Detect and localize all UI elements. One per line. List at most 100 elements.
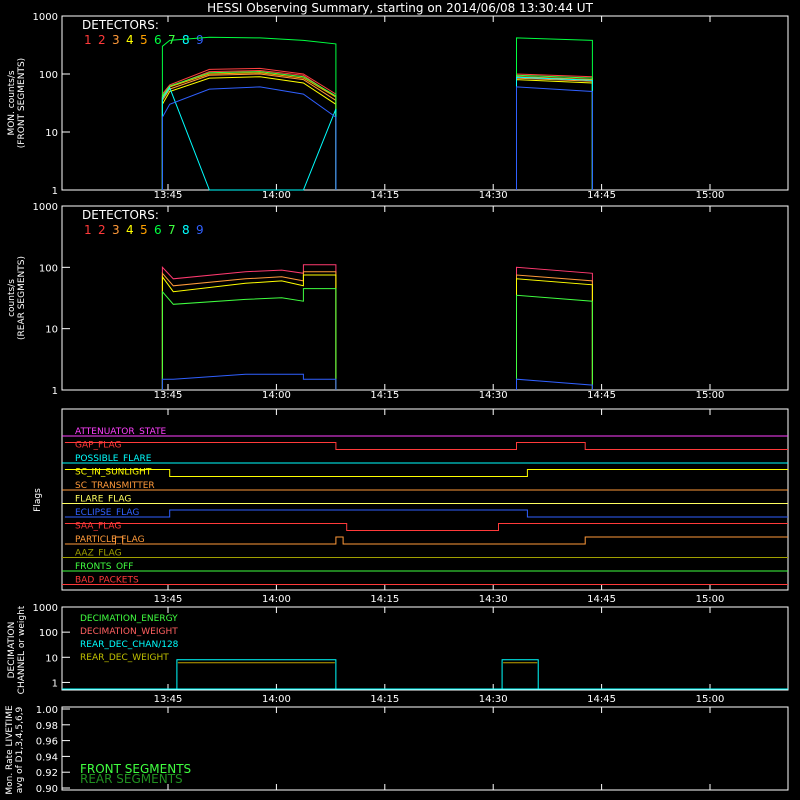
decimation-legend-2: DECIMATION_WEIGHT bbox=[80, 627, 178, 637]
detector-number-2: 2 bbox=[98, 33, 106, 47]
flag-line-particle_flag bbox=[64, 536, 788, 545]
time-tick-label: 15:00 bbox=[696, 594, 725, 605]
rear-series-1 bbox=[161, 264, 337, 390]
livetime-y-tick-label: 0.98 bbox=[36, 721, 58, 732]
detector-number-5: 5 bbox=[140, 223, 148, 237]
detector-number-8: 8 bbox=[182, 33, 190, 47]
rear-series-4 bbox=[161, 274, 337, 390]
detector-number-1: 1 bbox=[84, 223, 92, 237]
front-series-6 bbox=[161, 36, 337, 190]
y-tick-label: 1000 bbox=[33, 12, 58, 23]
livetime-legend-2: REAR SEGMENTS bbox=[80, 772, 183, 786]
time-tick-label: 14:00 bbox=[262, 390, 291, 401]
y-tick-label: 100 bbox=[39, 263, 58, 274]
detector-number-9: 9 bbox=[196, 33, 204, 47]
rear-y-axis-label: (REAR SEGMENTS) bbox=[17, 256, 27, 340]
y-tick-label: 1 bbox=[52, 678, 58, 689]
rear-series-4 bbox=[516, 278, 593, 390]
decimation-legend-1: DECIMATION_ENERGY bbox=[80, 614, 178, 624]
front-series-4 bbox=[516, 79, 593, 190]
front-y-axis-label: (FRONT SEGMENTS) bbox=[17, 58, 27, 148]
time-tick-label: 14:45 bbox=[587, 390, 616, 401]
front-y-axis-label: MON. counts/s bbox=[7, 70, 17, 135]
front-series-1 bbox=[516, 76, 593, 190]
detectors-legend-title: DETECTORS: bbox=[82, 18, 159, 32]
time-tick-label: 14:30 bbox=[479, 694, 508, 705]
front-series-1 bbox=[161, 69, 337, 190]
time-tick-label: 13:45 bbox=[154, 694, 183, 705]
time-tick-label: 14:15 bbox=[370, 694, 399, 705]
decimation-rear-chan-step bbox=[62, 659, 788, 690]
detector-number-2: 2 bbox=[98, 223, 106, 237]
time-tick-label: 15:00 bbox=[696, 390, 725, 401]
detector-number-3: 3 bbox=[112, 223, 120, 237]
front-series-7 bbox=[161, 71, 337, 190]
time-tick-label: 15:00 bbox=[696, 694, 725, 705]
time-tick-label: 14:00 bbox=[262, 594, 291, 605]
detector-number-9: 9 bbox=[196, 223, 204, 237]
y-tick-label: 1 bbox=[52, 386, 58, 397]
livetime-y-tick-label: 0.94 bbox=[36, 752, 58, 763]
livetime-y-axis-label: avg of D1,3,4,5,6,9 bbox=[15, 706, 25, 793]
time-tick-label: 14:15 bbox=[370, 390, 399, 401]
y-tick-label: 1 bbox=[52, 186, 58, 197]
y-tick-label: 1000 bbox=[33, 202, 58, 213]
time-tick-label: 15:00 bbox=[696, 190, 725, 201]
flag-line-saa_flag bbox=[64, 523, 788, 531]
flag-line-gap_flag bbox=[64, 442, 788, 450]
figure-title: HESSI Observing Summary, starting on 201… bbox=[207, 1, 593, 15]
y-tick-label: 10 bbox=[45, 653, 58, 664]
rear-series-1 bbox=[516, 266, 593, 390]
decimation-legend-3: REAR_DEC_CHAN/128 bbox=[80, 640, 179, 650]
detector-number-7: 7 bbox=[168, 223, 176, 237]
time-tick-label: 13:45 bbox=[154, 594, 183, 605]
front-series-5 bbox=[516, 76, 593, 190]
detector-number-5: 5 bbox=[140, 33, 148, 47]
y-tick-label: 10 bbox=[45, 325, 58, 336]
front-series-8 bbox=[516, 76, 593, 190]
time-tick-label: 14:15 bbox=[370, 190, 399, 201]
front-series-3 bbox=[516, 77, 593, 190]
y-tick-label: 1000 bbox=[33, 603, 58, 614]
flag-line-sc_in_sunlight bbox=[64, 469, 788, 477]
decimation-y-axis-label: DECIMATION bbox=[7, 622, 17, 679]
time-tick-label: 14:30 bbox=[479, 594, 508, 605]
front-series-8 bbox=[161, 86, 337, 191]
front-series-5 bbox=[161, 72, 337, 190]
livetime-y-tick-label: 1.00 bbox=[36, 705, 58, 716]
livetime-y-tick-label: 0.92 bbox=[36, 768, 58, 779]
front-series-7 bbox=[516, 74, 593, 190]
livetime-y-tick-label: 0.90 bbox=[36, 784, 58, 795]
time-tick-label: 13:45 bbox=[154, 390, 183, 401]
time-tick-label: 14:45 bbox=[587, 594, 616, 605]
observing-summary-figure: HESSI Observing Summary, starting on 201… bbox=[0, 0, 800, 800]
livetime-y-axis-label: Mon. Rate LIVETIME bbox=[5, 705, 15, 795]
front-series-2 bbox=[516, 73, 593, 190]
y-tick-label: 10 bbox=[45, 128, 58, 139]
time-tick-label: 14:00 bbox=[262, 694, 291, 705]
y-tick-label: 100 bbox=[39, 628, 58, 639]
time-tick-label: 14:30 bbox=[479, 190, 508, 201]
rear-series-9 bbox=[516, 378, 593, 390]
y-tick-label: 100 bbox=[39, 70, 58, 81]
rear-series-3 bbox=[516, 274, 593, 390]
time-tick-label: 14:30 bbox=[479, 390, 508, 401]
decimation-legend-4: REAR_DEC_WEIGHT bbox=[80, 653, 169, 663]
detectors-legend-title: DETECTORS: bbox=[82, 208, 159, 222]
flags-y-axis-label: Flags bbox=[33, 488, 43, 512]
summary-plots: HESSI Observing Summary, starting on 201… bbox=[5, 1, 789, 795]
detector-number-4: 4 bbox=[126, 33, 134, 47]
time-tick-label: 14:45 bbox=[587, 694, 616, 705]
detector-number-6: 6 bbox=[154, 33, 162, 47]
livetime-y-tick-label: 0.96 bbox=[36, 737, 58, 748]
time-tick-label: 14:00 bbox=[262, 190, 291, 201]
time-tick-label: 14:45 bbox=[587, 190, 616, 201]
front-series-2 bbox=[161, 67, 337, 190]
front-series-9 bbox=[516, 86, 593, 190]
flag-line-eclipse_flag bbox=[64, 509, 788, 518]
detector-number-4: 4 bbox=[126, 223, 134, 237]
time-tick-label: 13:45 bbox=[154, 190, 183, 201]
front-series-6 bbox=[516, 37, 593, 190]
rear-series-6 bbox=[516, 294, 593, 390]
decimation-rear-chan-step bbox=[62, 659, 788, 690]
